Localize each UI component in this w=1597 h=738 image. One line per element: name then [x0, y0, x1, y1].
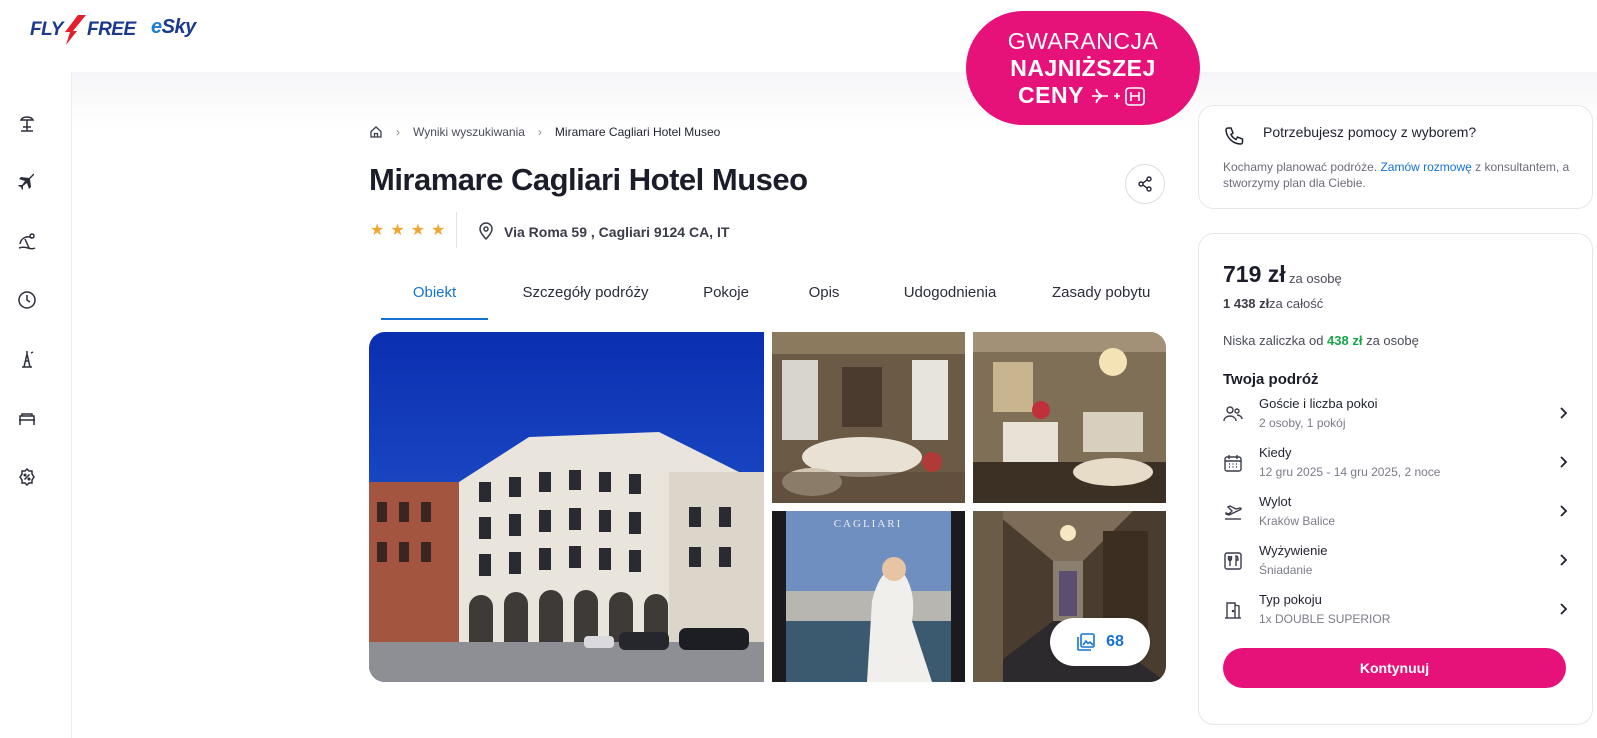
trip-row-label: Wylot — [1259, 494, 1292, 509]
tab-szczegoly-podrozy[interactable]: Szczegóły podróży — [518, 282, 653, 320]
flyfree-logo[interactable]: FLY FREE — [30, 14, 136, 46]
meal-icon — [1224, 552, 1242, 570]
star-icon: ★ — [370, 222, 385, 239]
trip-row-label: Wyżywienie — [1259, 543, 1328, 558]
hotel-page: FLY FREE eSky GWARANCJA NAJNIŻSZEJ CENY … — [0, 0, 1597, 738]
help-text-intro: Kochamy planować podróże. — [1223, 160, 1381, 174]
photo-count-label: 68 — [1106, 633, 1124, 650]
breadcrumb-separator: › — [396, 125, 400, 139]
trip-title: Twoja podróż — [1223, 371, 1319, 388]
esky-logo[interactable]: eSky — [151, 16, 196, 39]
beach-icon[interactable] — [17, 113, 37, 133]
hotel-lounge-photo[interactable] — [772, 332, 965, 503]
trip-row-departure[interactable]: Wylot Kraków Balice — [1223, 494, 1570, 534]
badge-line-3-text: CENY — [1018, 82, 1084, 108]
hotel-breakfast-view-photo[interactable]: CAGLIARI — [772, 511, 965, 682]
share-icon — [1138, 176, 1152, 192]
flyfree-logo-right: FREE — [86, 19, 136, 40]
divider — [456, 212, 457, 248]
deposit-amount: 438 zł — [1327, 333, 1363, 348]
plane-icon[interactable] — [17, 172, 37, 192]
price-per-person: 719 zł — [1223, 261, 1286, 287]
badge-line-2: NAJNIŻSZEJ — [1010, 55, 1156, 81]
gallery-icon — [1077, 633, 1095, 651]
help-title: Potrzebujesz pomocy z wyborem? — [1263, 124, 1477, 140]
hotel-bed-icon[interactable] — [17, 408, 37, 428]
deposit-suffix: za osobę — [1362, 333, 1419, 348]
deposit-prefix: Niska zaliczka od — [1223, 333, 1328, 348]
help-card: Potrzebujesz pomocy z wyborem? Kochamy p… — [1198, 105, 1593, 209]
chevron-right-icon — [1560, 505, 1568, 517]
breadcrumb-current: Miramare Cagliari Hotel Museo — [554, 125, 721, 139]
chevron-right-icon — [1560, 603, 1568, 615]
departure-icon — [1225, 505, 1242, 520]
photo-gallery: CAGLIARI 68 — [369, 332, 1166, 682]
price-total-unit: za całość — [1269, 296, 1324, 311]
esky-logo-rest: Sky — [161, 16, 197, 38]
price-per-person-unit: za osobę — [1289, 271, 1342, 286]
flyfree-bolt-icon — [64, 15, 86, 45]
hotel-tabs: Obiekt Szczegóły podróży Pokoje Opis Udo… — [369, 282, 1166, 320]
breadcrumb-search-results[interactable]: Wyniki wyszukiwania — [413, 125, 525, 139]
order-call-link[interactable]: Zamów rozmowę — [1380, 160, 1471, 174]
trip-row-value: Kraków Balice — [1259, 514, 1336, 528]
calendar-icon — [1224, 455, 1242, 472]
trip-row-value: 12 gru 2025 - 14 gru 2025, 2 noce — [1259, 465, 1441, 479]
share-button[interactable] — [1125, 164, 1165, 204]
trip-row-value: 2 osoby, 1 pokój — [1259, 416, 1346, 430]
deposit-info: Niska zaliczka od 438 zł za osobę — [1223, 333, 1419, 348]
hotel-star-rating: ★ ★ ★ ★ — [370, 223, 445, 239]
trip-row-meals[interactable]: Wyżywienie Śniadanie — [1223, 543, 1570, 583]
star-icon: ★ — [390, 222, 405, 239]
main-hotel-photo[interactable] — [369, 332, 764, 682]
star-icon: ★ — [410, 222, 426, 239]
tab-zasady-pobytu[interactable]: Zasady pobytu — [1052, 282, 1166, 320]
star-icon: ★ — [431, 222, 446, 239]
booking-summary-card: 719 zł za osobę 1 438 zł za całość Niska… — [1198, 233, 1593, 725]
breadcrumb-separator: › — [537, 125, 542, 139]
top-header: FLY FREE eSky — [0, 0, 1597, 72]
breadcrumb: › Wyniki wyszukiwania › Miramare Cagliar… — [369, 125, 720, 139]
left-sidebar — [0, 72, 72, 738]
chevron-right-icon — [1560, 554, 1568, 566]
trip-row-label: Typ pokoju — [1259, 592, 1322, 607]
hotel-dining-room-photo[interactable] — [973, 332, 1166, 503]
trip-row-guests[interactable]: Goście i liczba pokoi 2 osoby, 1 pokój — [1223, 396, 1570, 436]
phone-icon — [1225, 127, 1244, 145]
room-door-icon — [1225, 602, 1241, 619]
help-text: Kochamy planować podróże. Zamów rozmowę … — [1223, 159, 1583, 191]
price-total: 1 438 zł — [1223, 296, 1270, 311]
hotel-address[interactable]: Via Roma 59 , Cagliari 9124 CA, IT — [504, 224, 729, 240]
holiday-icon[interactable] — [17, 231, 37, 251]
flyfree-logo-left: FLY — [30, 19, 63, 40]
chevron-right-icon — [1560, 407, 1568, 419]
tab-obiekt[interactable]: Obiekt — [381, 282, 488, 320]
city-break-icon[interactable] — [17, 349, 37, 369]
trip-row-dates[interactable]: Kiedy 12 gru 2025 - 14 gru 2025, 2 noce — [1223, 445, 1570, 485]
tab-opis[interactable]: Opis — [802, 282, 846, 320]
hotel-title: Miramare Cagliari Hotel Museo — [369, 162, 808, 197]
badge-line-3: CENY — [966, 82, 1200, 109]
location-pin-icon — [479, 222, 493, 241]
lowest-price-guarantee-badge[interactable]: GWARANCJA NAJNIŻSZEJ CENY — [966, 11, 1200, 125]
guests-icon — [1223, 406, 1243, 422]
flight-plus-hotel-icon — [1091, 86, 1145, 106]
esky-logo-e: e — [151, 16, 162, 38]
tab-udogodnienia[interactable]: Udogodnienia — [895, 282, 1005, 320]
trip-row-value: Śniadanie — [1259, 563, 1313, 577]
home-icon[interactable] — [369, 125, 383, 139]
discount-icon[interactable] — [17, 467, 37, 487]
chevron-right-icon — [1560, 456, 1568, 468]
continue-button[interactable]: Kontynuuj — [1223, 648, 1566, 688]
last-minute-clock-icon[interactable] — [17, 290, 37, 310]
all-photos-button[interactable]: 68 — [1050, 618, 1150, 666]
badge-line-1: GWARANCJA — [1007, 28, 1159, 54]
trip-row-label: Kiedy — [1259, 445, 1292, 460]
trip-row-value: 1x DOUBLE SUPERIOR — [1259, 612, 1391, 626]
trip-row-label: Goście i liczba pokoi — [1259, 396, 1378, 411]
svg-text:CAGLIARI: CAGLIARI — [834, 518, 903, 530]
tab-pokoje[interactable]: Pokoje — [696, 282, 756, 320]
trip-row-room-type[interactable]: Typ pokoju 1x DOUBLE SUPERIOR — [1223, 592, 1570, 632]
